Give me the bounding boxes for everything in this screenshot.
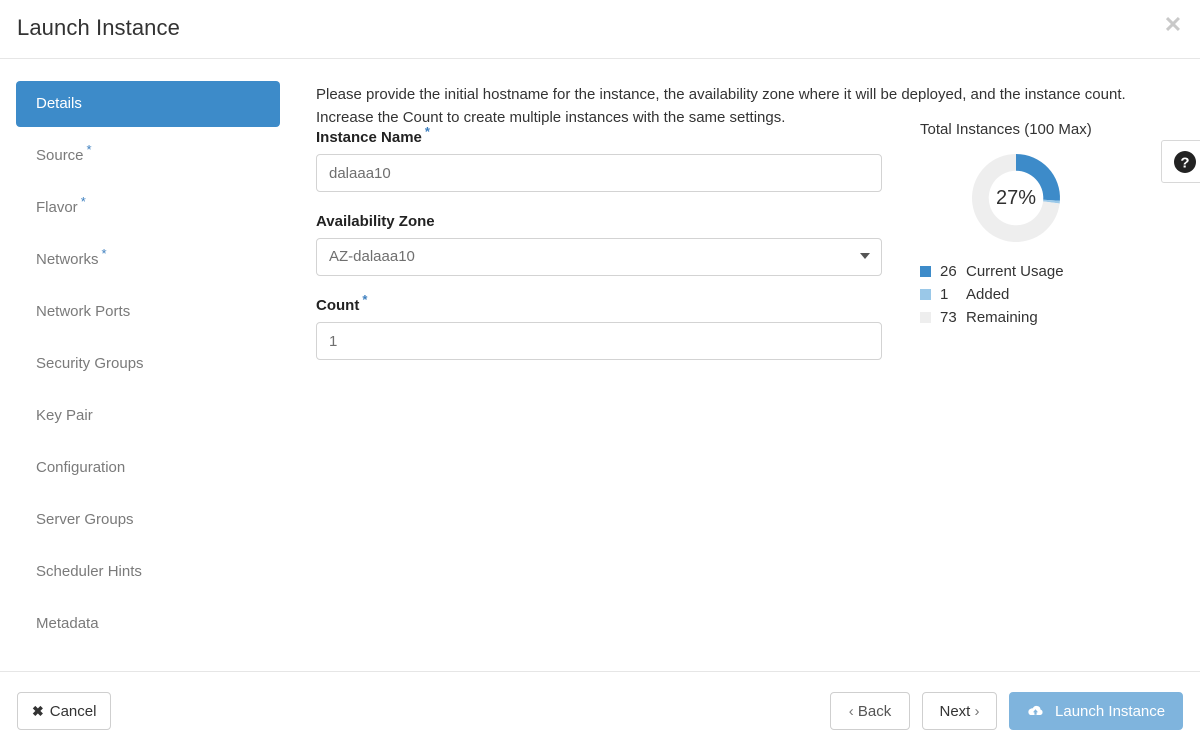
sidebar-item-label: Source bbox=[36, 147, 84, 164]
availability-zone-label: Availability Zone bbox=[316, 213, 882, 230]
quota-title: Total Instances (100 Max) bbox=[920, 121, 1092, 138]
quota-legend: 26 Current Usage 1 Added 73 Remaining bbox=[920, 260, 1180, 329]
sidebar-item-flavor[interactable]: Flavor * bbox=[16, 185, 280, 231]
sidebar-item-label: Networks bbox=[36, 251, 99, 268]
count-input[interactable] bbox=[316, 322, 882, 360]
required-marker: * bbox=[86, 142, 92, 157]
page-title: Launch Instance bbox=[17, 15, 180, 40]
chevron-left-icon: ‹ bbox=[848, 702, 854, 720]
legend-value: 73 bbox=[940, 309, 957, 326]
required-marker: * bbox=[362, 292, 368, 307]
sidebar-item-label: Metadata bbox=[36, 615, 99, 632]
required-marker: * bbox=[424, 124, 430, 139]
modal-header: Launch Instance ✕ bbox=[0, 0, 1200, 59]
next-button[interactable]: Next › bbox=[922, 692, 997, 730]
launch-instance-button-label: Launch Instance bbox=[1055, 702, 1166, 720]
close-icon[interactable]: ✕ bbox=[1162, 14, 1184, 36]
sidebar-item-label: Server Groups bbox=[36, 511, 134, 528]
cancel-button-label: Cancel bbox=[49, 702, 97, 720]
sidebar-item-label: Network Ports bbox=[36, 303, 131, 320]
sidebar-item-label: Security Groups bbox=[36, 355, 144, 372]
chevron-right-icon: › bbox=[974, 702, 980, 720]
sidebar-item-label: Key Pair bbox=[36, 407, 93, 424]
sidebar-item-scheduler-hints[interactable]: Scheduler Hints bbox=[16, 549, 280, 595]
count-label: Count * bbox=[316, 293, 882, 314]
legend-label: Remaining bbox=[966, 309, 1038, 326]
availability-zone-label-text: Availability Zone bbox=[316, 213, 435, 230]
sidebar-item-networks[interactable]: Networks * bbox=[16, 237, 280, 283]
availability-zone-selected-value[interactable]: AZ-dalaaa10 bbox=[316, 238, 882, 276]
cloud-upload-icon bbox=[1028, 705, 1043, 715]
legend-item: 26 Current Usage bbox=[920, 260, 1180, 283]
instance-name-label-text: Instance Name bbox=[316, 129, 422, 146]
sidebar-item-label: Flavor bbox=[36, 199, 78, 216]
cancel-button[interactable]: ✖ Cancel bbox=[17, 692, 112, 730]
sidebar-item-configuration[interactable]: Configuration bbox=[16, 445, 280, 491]
count-label-text: Count bbox=[316, 297, 360, 314]
details-form: Instance Name* Availability Zone AZ-dala… bbox=[316, 125, 882, 381]
quota-panel: Total Instances (100 Max) 27% 26 Current … bbox=[920, 121, 1180, 329]
help-button[interactable]: ? bbox=[1161, 140, 1200, 183]
legend-label: Added bbox=[966, 286, 1010, 303]
donut-center-label: 27% bbox=[995, 186, 1037, 209]
count-field-group: Count * bbox=[316, 293, 882, 360]
required-marker: * bbox=[80, 194, 86, 209]
legend-label: Current Usage bbox=[966, 263, 1064, 280]
sidebar-item-security-groups[interactable]: Security Groups bbox=[16, 341, 280, 387]
required-marker: * bbox=[101, 246, 107, 261]
legend-swatch-icon bbox=[920, 289, 931, 300]
legend-swatch-icon bbox=[920, 312, 931, 323]
availability-zone-field-group: Availability Zone AZ-dalaaa10 bbox=[316, 213, 882, 276]
legend-value: 1 bbox=[940, 286, 949, 303]
legend-swatch-icon bbox=[920, 266, 931, 277]
legend-item: 1 Added bbox=[920, 283, 1180, 306]
availability-zone-select[interactable]: AZ-dalaaa10 bbox=[316, 238, 882, 276]
legend-value: 26 bbox=[940, 263, 957, 280]
sidebar-item-details[interactable]: Details bbox=[16, 81, 280, 127]
sidebar-item-source[interactable]: Source * bbox=[16, 133, 280, 179]
svg-text:?: ? bbox=[1180, 154, 1189, 171]
legend-item: 73 Remaining bbox=[920, 306, 1180, 329]
back-button[interactable]: ‹ Back bbox=[830, 692, 910, 730]
sidebar-item-network-ports[interactable]: Network Ports bbox=[16, 289, 280, 335]
launch-instance-button[interactable]: Launch Instance bbox=[1009, 692, 1183, 730]
sidebar-item-label: Details bbox=[36, 95, 82, 112]
sidebar-item-label: Configuration bbox=[36, 459, 126, 476]
instance-name-label: Instance Name * bbox=[316, 125, 882, 146]
total-instances-donut-chart: 27% bbox=[968, 150, 1064, 246]
instance-name-field-group: Instance Name * bbox=[316, 125, 882, 192]
sidebar-item-key-pair[interactable]: Key Pair bbox=[16, 393, 280, 439]
modal-body: Details Source * Flavor * Networks * Network Po… bbox=[0, 59, 1200, 671]
next-button-label: Next bbox=[939, 702, 971, 720]
question-mark-circle-icon: ? bbox=[1174, 150, 1196, 173]
back-button-label: Back bbox=[857, 702, 892, 720]
wizard-steps-nav: Details Source * Flavor * Networks * Network Po… bbox=[16, 81, 280, 653]
sidebar-item-label: Scheduler Hints bbox=[36, 563, 142, 580]
sidebar-item-metadata[interactable]: Metadata bbox=[16, 601, 280, 647]
x-icon: ✖ bbox=[32, 702, 44, 719]
instance-name-input[interactable] bbox=[316, 154, 882, 192]
sidebar-item-server-groups[interactable]: Server Groups bbox=[16, 497, 280, 543]
